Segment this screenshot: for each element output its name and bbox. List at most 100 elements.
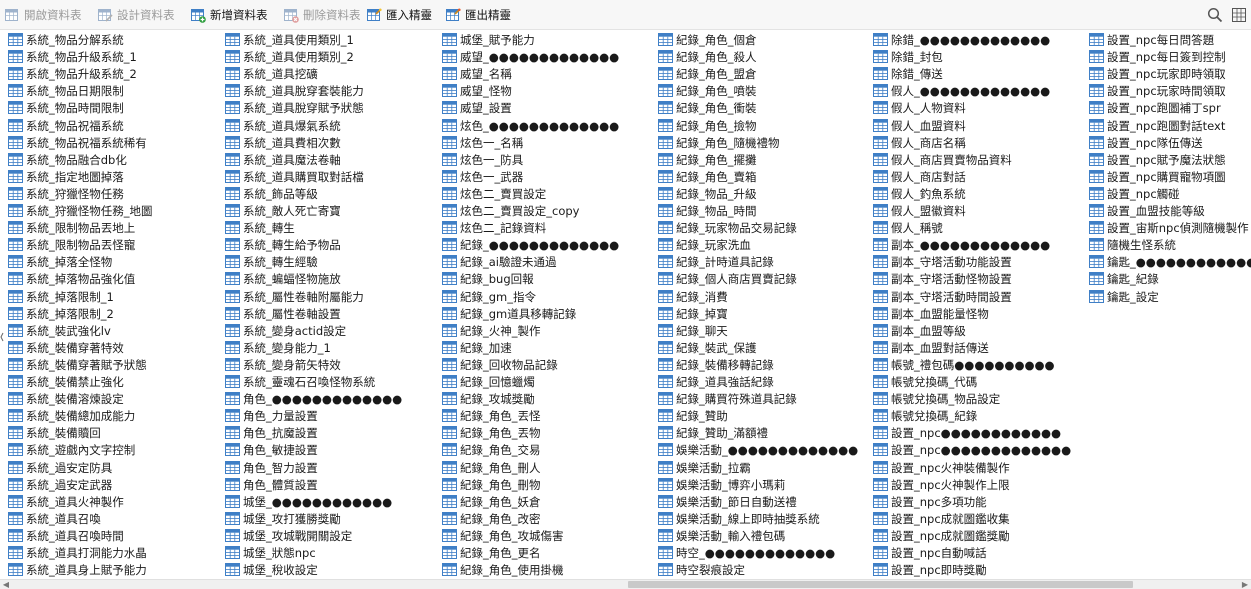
table-item[interactable]: 帳號兌換碼_代碼	[873, 373, 977, 390]
table-item[interactable]: 假人_釣魚系統	[873, 185, 966, 202]
table-item[interactable]: 除錯_●●●●●●●●●●●●●	[873, 31, 1050, 48]
table-item[interactable]: 娛樂活動_博弈小瑪莉	[658, 476, 785, 493]
table-item[interactable]: 紀錄_聊天	[658, 322, 728, 339]
table-item[interactable]: 威望_怪物	[442, 82, 512, 99]
table-item[interactable]: 角色_體質設置	[225, 476, 318, 493]
table-item[interactable]: 系統_指定地圖掉落	[8, 168, 124, 185]
table-item[interactable]: 系統_道具召喚時間	[8, 527, 124, 544]
table-item[interactable]: 紀錄_掉寶	[658, 305, 728, 322]
table-item[interactable]: 娛樂活動_拉霸	[658, 459, 751, 476]
table-item[interactable]: 假人_血盟資料	[873, 117, 966, 134]
table-item[interactable]: 城堡_稅收設定	[225, 561, 318, 578]
table-item[interactable]: 紀錄_個人商店買賣記錄	[658, 270, 797, 287]
table-item[interactable]: 設置_npc火神製作上限	[873, 476, 1010, 493]
table-item[interactable]: 系統_裝武強化lv	[8, 322, 111, 339]
table-item[interactable]: 紀錄_裝武_保護	[658, 339, 757, 356]
table-item[interactable]: 紀錄_gm道具移轉記錄	[442, 305, 576, 322]
table-item[interactable]: 系統_物品祝福系統稀有	[8, 134, 147, 151]
table-item[interactable]: 設置_npc成就圖鑑收集	[873, 510, 1010, 527]
table-item[interactable]: 副本_守塔活動時間設置	[873, 288, 1012, 305]
table-item[interactable]: 系統_道具購買取對話檔	[225, 168, 364, 185]
table-item[interactable]: 娛樂活動_輸入禮包碼	[658, 527, 785, 544]
left-splitter-handle[interactable]	[0, 330, 4, 344]
table-item[interactable]: 系統_飾品等級	[225, 185, 318, 202]
table-item[interactable]: 系統_掉落限制_2	[8, 305, 114, 322]
table-item[interactable]: 紀錄_贊助_滿額禮	[658, 424, 768, 441]
table-item[interactable]: 紀錄_角色_丟怪	[442, 407, 541, 424]
table-item[interactable]: 紀錄_角色_噴裝	[658, 82, 757, 99]
table-item[interactable]: 紀錄_物品_升級	[658, 185, 757, 202]
table-item[interactable]: 系統_物品分解系統	[8, 31, 124, 48]
table-item[interactable]: 系統_轉生	[225, 219, 295, 236]
table-item[interactable]: 設置_npc●●●●●●●●●●●●●	[873, 441, 1071, 458]
grid-view-icon[interactable]	[1229, 5, 1249, 25]
table-item[interactable]: 設置_血盟技能等級	[1089, 202, 1205, 219]
table-item[interactable]: 系統_裝備穿著賦予狀態	[8, 356, 147, 373]
table-item[interactable]: 城堡_狀態npc	[225, 544, 316, 561]
table-item[interactable]: 系統_靈魂石召喚怪物系統	[225, 373, 375, 390]
table-item[interactable]: 炫色二_記錄資料	[442, 219, 546, 236]
table-item[interactable]: 系統_掉落限制_1	[8, 288, 114, 305]
table-item[interactable]: 紀錄_bug回報	[442, 270, 534, 287]
table-item[interactable]: 系統_道具召喚	[8, 510, 101, 527]
table-item[interactable]: 系統_物品升級系統_1	[8, 48, 137, 65]
table-item[interactable]: 炫色一_防具	[442, 151, 523, 168]
table-item[interactable]: 紀錄_角色_更名	[442, 544, 541, 561]
table-item[interactable]: 紀錄_角色_刪物	[442, 476, 541, 493]
table-item[interactable]: 設置_npc火神裝備製作	[873, 459, 1010, 476]
table-item[interactable]: 威望_設置	[442, 99, 512, 116]
table-item[interactable]: 紀錄_角色_妖倉	[442, 493, 541, 510]
table-item[interactable]: 系統_道具爆氣系統	[225, 117, 341, 134]
table-item[interactable]: 設置_npc跑圖對話text	[1089, 117, 1225, 134]
table-item[interactable]: 紀錄_角色_隨機禮物	[658, 134, 780, 151]
table-item[interactable]: 設置_npc跑圖補丁spr	[1089, 99, 1221, 116]
table-item[interactable]: 系統_裝備禁止強化	[8, 373, 124, 390]
scrollbar-thumb[interactable]	[628, 581, 1133, 588]
table-item[interactable]: 時空_●●●●●●●●●●●●●	[658, 544, 835, 561]
table-item[interactable]: 威望_●●●●●●●●●●●●●	[442, 48, 619, 65]
table-item[interactable]: 紀錄_角色_衝裝	[658, 99, 757, 116]
table-item[interactable]: 系統_限制物品丟地上	[8, 219, 135, 236]
scroll-left-arrow-icon[interactable]: ◀	[1, 580, 11, 589]
table-item[interactable]: 系統_蝙蝠怪物施放	[225, 270, 341, 287]
table-item[interactable]: 時空裂痕設定	[658, 561, 745, 578]
table-item[interactable]: 系統_道具脫穿套裝能力	[225, 82, 364, 99]
table-item[interactable]: 城堡_攻城戰開關設定	[225, 527, 352, 544]
table-item[interactable]: 紀錄_角色_擺攤	[658, 151, 757, 168]
table-item[interactable]: 系統_道具魔法卷軸	[225, 151, 341, 168]
table-item[interactable]: 角色_敏捷設置	[225, 441, 318, 458]
table-item[interactable]: 紀錄_玩家物品交易記錄	[658, 219, 797, 236]
table-item[interactable]: 副本_血盟能量怪物	[873, 305, 989, 322]
table-item[interactable]: 系統_裝備總加成能力	[8, 407, 135, 424]
table-item[interactable]: 紀錄_●●●●●●●●●●●●●	[442, 236, 619, 253]
table-item[interactable]: 帳號兌換碼_紀錄	[873, 407, 977, 424]
table-item[interactable]: 系統_狩獵怪物任務	[8, 185, 124, 202]
table-item[interactable]: 紀錄_角色_殺人	[658, 48, 757, 65]
table-item[interactable]: 系統_物品升級系統_2	[8, 65, 137, 82]
table-item[interactable]: 炫色二_賣買設定_copy	[442, 202, 579, 219]
table-item[interactable]: 設置_npc●●●●●●●●●●●●	[873, 424, 1061, 441]
table-item[interactable]: 設置_npc每日問答題	[1089, 31, 1214, 48]
table-item[interactable]: 系統_變身箭矢特效	[225, 356, 341, 373]
table-item[interactable]: 紀錄_消費	[658, 288, 728, 305]
table-item[interactable]: 紀錄_角色_使用掛機	[442, 561, 564, 578]
horizontal-scrollbar[interactable]: ◀ ▶	[0, 579, 1251, 589]
table-item[interactable]: 假人_稱號	[873, 219, 943, 236]
table-item[interactable]: 系統_轉生給予物品	[225, 236, 341, 253]
table-item[interactable]: 副本_●●●●●●●●●●●●●	[873, 236, 1050, 253]
table-item[interactable]: 設置_npc即時獎勵	[873, 561, 987, 578]
table-item[interactable]: 假人_盟徽資料	[873, 202, 966, 219]
table-item[interactable]: 系統_限制物品丟怪寵	[8, 236, 135, 253]
table-item[interactable]: 假人_商店名稱	[873, 134, 966, 151]
table-item[interactable]: 設置_npc每日簽到控制	[1089, 48, 1226, 65]
table-item[interactable]: 系統_物品時間限制	[8, 99, 124, 116]
table-item[interactable]: 紀錄_道具強話紀錄	[658, 373, 774, 390]
table-item[interactable]: 除錯_封包	[873, 48, 943, 65]
table-item[interactable]: 紀錄_角色_改密	[442, 510, 541, 527]
toolbar-button-open-table[interactable]: 開啟資料表	[5, 6, 82, 24]
table-item[interactable]: 紀錄_角色_攻城傷害	[442, 527, 564, 544]
table-item[interactable]: 威望_名稱	[442, 65, 512, 82]
table-item[interactable]: 設置_npc自動喊話	[873, 544, 987, 561]
table-item[interactable]: 紀錄_裝備移轉記錄	[658, 356, 774, 373]
table-item[interactable]: 鑰匙_設定	[1089, 288, 1159, 305]
